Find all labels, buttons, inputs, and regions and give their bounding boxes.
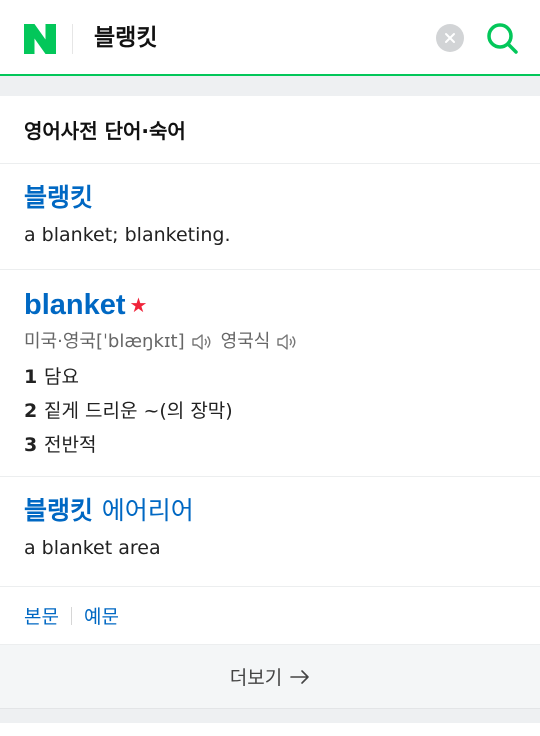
speaker-icon[interactable]	[276, 331, 298, 353]
definition-item: 1 담요	[24, 366, 79, 388]
clear-search-button[interactable]	[436, 24, 464, 52]
definition-item: 2 짙게 드리운 ~(의 장막)	[24, 400, 233, 422]
speaker-icon[interactable]	[191, 331, 213, 353]
more-label: 더보기	[229, 667, 283, 689]
dictionary-entry: blanket ★ 미국·영국[ˈblæŋkɪt] 영국식 1 담요 2 짙게 드리운…	[0, 270, 540, 477]
entry-headword-link[interactable]: 블랭킷 에어리어	[24, 493, 194, 529]
header-divider	[72, 24, 73, 54]
search-header: 블랭킷	[0, 0, 540, 76]
search-icon[interactable]	[484, 20, 520, 56]
dictionary-entry: 블랭킷 에어리어 a blanket area	[0, 477, 540, 587]
star-icon: ★	[129, 293, 148, 317]
section-gap	[0, 709, 540, 723]
entry-meaning: a blanket area	[24, 537, 161, 559]
tab-divider	[70, 606, 72, 625]
dictionary-tabs: 본문 예문	[0, 587, 540, 645]
search-query-input[interactable]: 블랭킷	[94, 22, 157, 54]
entry-headword-link[interactable]: blanket	[24, 289, 126, 321]
definition-item: 3 전반적	[24, 434, 97, 456]
close-icon	[445, 33, 455, 43]
section-gap	[0, 76, 540, 96]
naver-logo-icon[interactable]	[24, 24, 56, 54]
dictionary-entry: 블랭킷 a blanket; blanketing.	[0, 164, 540, 270]
pronunciation-uk: 영국식	[220, 331, 271, 352]
entry-headword-row: blanket ★	[24, 286, 516, 328]
tab-main-text[interactable]: 본문	[24, 602, 59, 629]
arrow-right-icon	[290, 669, 310, 684]
pronunciation-us-uk: 미국·영국[ˈblæŋkɪt]	[24, 331, 185, 352]
entry-headword-link[interactable]: 블랭킷	[24, 180, 93, 216]
more-button[interactable]: 더보기	[0, 645, 540, 709]
dictionary-card: 영어사전 단어·숙어 블랭킷 a blanket; blanketing. bl…	[0, 96, 540, 709]
tab-examples[interactable]: 예문	[84, 602, 119, 629]
pronunciation-row: 미국·영국[ˈblæŋkɪt] 영국식	[24, 328, 516, 356]
section-title: 영어사전 단어·숙어	[0, 96, 540, 164]
entry-meaning: a blanket; blanketing.	[24, 224, 231, 246]
